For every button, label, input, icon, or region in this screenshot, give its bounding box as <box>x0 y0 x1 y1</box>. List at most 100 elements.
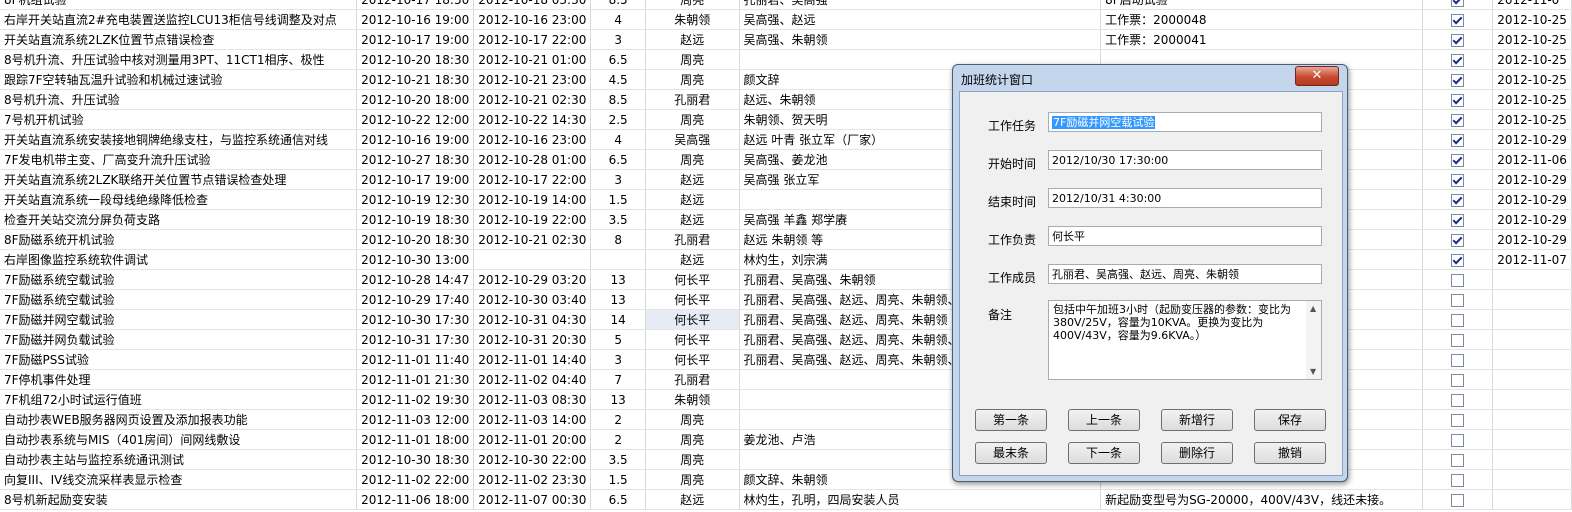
cell-note[interactable]: 8F启动试验 <box>1100 0 1423 10</box>
previous-record-button[interactable]: 上一条 <box>1068 409 1140 431</box>
leader-input[interactable]: 何长平 <box>1048 226 1322 246</box>
cell-start[interactable]: 2012-10-31 17:30 <box>356 329 475 350</box>
cell-date[interactable]: 2012-10-25 <box>1492 109 1572 130</box>
cell-task[interactable]: 自动抄表WEB服务器网页设置及添加报表功能 <box>0 409 358 430</box>
cell-end[interactable]: 2012-10-28 01:00 <box>473 149 592 170</box>
cell-date[interactable] <box>1492 269 1572 290</box>
cell-task[interactable]: 7F励磁系统空载试验 <box>0 269 358 290</box>
scroll-up-icon[interactable]: ▲ <box>1310 304 1316 313</box>
checkbox[interactable] <box>1450 313 1464 327</box>
cell-hours[interactable]: 4.5 <box>590 69 646 90</box>
checkbox[interactable] <box>1450 193 1464 207</box>
cell-task[interactable]: 7F停机事件处理 <box>0 369 358 390</box>
checkbox[interactable] <box>1450 173 1464 187</box>
cell-leader[interactable]: 周亮 <box>645 469 740 490</box>
cell-date[interactable]: 2012-10-25 <box>1492 89 1572 110</box>
cell-date[interactable]: 2012-10-29 <box>1492 169 1572 190</box>
checkbox[interactable] <box>1450 13 1464 27</box>
cell-date[interactable]: 2012-10-25 <box>1492 49 1572 70</box>
cell-date[interactable] <box>1492 369 1572 390</box>
cell-date[interactable]: 2012-10-25 <box>1492 29 1572 50</box>
cell-hours[interactable]: 3 <box>590 349 646 370</box>
members-input[interactable]: 孔丽君、吴高强、赵远、周亮、朱朝领 <box>1048 264 1322 284</box>
checkbox[interactable] <box>1450 493 1464 507</box>
cell-date[interactable]: 2012-10-29 <box>1492 189 1572 210</box>
cell-task[interactable]: 自动抄表主站与监控系统通讯测试 <box>0 449 358 470</box>
cell-members[interactable]: 孔丽君、吴高强 <box>739 0 1102 10</box>
next-record-button[interactable]: 下一条 <box>1068 442 1140 464</box>
cell-hours[interactable]: 13 <box>590 389 646 410</box>
cell-date[interactable] <box>1492 429 1572 450</box>
scroll-down-icon[interactable]: ▼ <box>1310 367 1316 376</box>
checkbox[interactable] <box>1450 433 1464 447</box>
cell-end[interactable]: 2012-11-03 08:30 <box>473 389 592 410</box>
cell-end[interactable]: 2012-11-01 14:40 <box>473 349 592 370</box>
checkbox[interactable] <box>1450 373 1464 387</box>
cell-task[interactable]: 7F励磁PSS试验 <box>0 349 358 370</box>
checkbox[interactable] <box>1450 213 1464 227</box>
cell-end[interactable]: 2012-11-03 14:00 <box>473 409 592 430</box>
cell-task[interactable]: 7F励磁并网空载试验 <box>0 309 358 330</box>
cell-hours[interactable]: 13 <box>590 269 646 290</box>
checkbox[interactable] <box>1450 413 1464 427</box>
cell-task[interactable]: 7F机组72小时试运行值班 <box>0 389 358 410</box>
cell-hours[interactable]: 5 <box>590 329 646 350</box>
cell-hours[interactable]: 6.5 <box>590 149 646 170</box>
cell-end[interactable]: 2012-10-17 22:00 <box>473 29 592 50</box>
checkbox[interactable] <box>1450 153 1464 167</box>
cell-start[interactable]: 2012-11-03 12:00 <box>356 409 475 430</box>
table-row[interactable]: 右岸开关站直流2#充电装置送监控LCU13柜信号线调整及对点 2012-10-16… <box>0 9 1572 30</box>
cell-task[interactable]: 7号机开机试验 <box>0 109 358 130</box>
cell-start[interactable]: 2012-10-30 18:30 <box>356 449 475 470</box>
cell-end[interactable]: 2012-10-31 20:30 <box>473 329 592 350</box>
cell-end[interactable]: 2012-11-01 20:00 <box>473 429 592 450</box>
checkbox[interactable] <box>1450 73 1464 87</box>
cell-hours[interactable]: 3 <box>590 29 646 50</box>
cell-task[interactable]: 开关站直流系统2LZK联络开关位置节点错误检查处理 <box>0 169 358 190</box>
cell-start[interactable]: 2012-11-02 19:30 <box>356 389 475 410</box>
cell-leader[interactable]: 何长平 <box>645 329 740 350</box>
cell-hours[interactable]: 13 <box>590 289 646 310</box>
cell-start[interactable]: 2012-10-17 19:00 <box>356 169 475 190</box>
delete-row-button[interactable]: 删除行 <box>1161 442 1233 464</box>
cell-end[interactable] <box>473 249 592 270</box>
cell-start[interactable]: 2012-10-21 18:30 <box>356 69 475 90</box>
cell-leader[interactable]: 赵远 <box>645 29 740 50</box>
cell-start[interactable]: 2012-11-01 18:00 <box>356 429 475 450</box>
cell-date[interactable]: 2012-10-25 <box>1492 9 1572 30</box>
cell-date[interactable] <box>1492 449 1572 470</box>
cell-task[interactable]: 7F发电机带主变、厂高变升流升压试验 <box>0 149 358 170</box>
checkbox[interactable] <box>1450 293 1464 307</box>
cell-members[interactable]: 吴高强、朱朝领 <box>739 29 1102 50</box>
cell-start[interactable]: 2012-10-20 18:00 <box>356 89 475 110</box>
first-record-button[interactable]: 第一条 <box>975 409 1047 431</box>
cell-task[interactable]: 开关站直流系统安装接地铜牌绝缘支柱，与监控系统通信对线 <box>0 129 358 150</box>
cell-end[interactable]: 2012-10-29 03:20 <box>473 269 592 290</box>
cell-task[interactable]: 向复III、IV线交流采样表显示检查 <box>0 469 358 490</box>
cell-leader[interactable]: 赵远 <box>645 209 740 230</box>
checkbox[interactable] <box>1450 113 1464 127</box>
cell-start[interactable]: 2012-11-01 11:40 <box>356 349 475 370</box>
checkbox[interactable] <box>1450 133 1464 147</box>
cell-hours[interactable]: 6.5 <box>590 489 646 510</box>
cell-note[interactable]: 新起励变型号为SG-20000，400V/43V，线还未接。 <box>1100 489 1423 510</box>
last-record-button[interactable]: 最末条 <box>975 442 1047 464</box>
checkbox[interactable] <box>1450 0 1464 7</box>
cell-leader[interactable]: 周亮 <box>645 109 740 130</box>
cell-task[interactable]: 8号机升流、升压试验 <box>0 89 358 110</box>
save-button[interactable]: 保存 <box>1254 409 1326 431</box>
cell-start[interactable]: 2012-10-17 18:30 <box>356 0 475 10</box>
cell-leader[interactable]: 周亮 <box>645 449 740 470</box>
cell-start[interactable]: 2012-10-29 17:40 <box>356 289 475 310</box>
cell-leader[interactable]: 何长平 <box>645 269 740 290</box>
cell-leader[interactable]: 吴高强 <box>645 129 740 150</box>
cell-leader[interactable]: 朱朝领 <box>645 9 740 30</box>
cell-task[interactable]: 8F机组试验 <box>0 0 358 10</box>
cell-hours[interactable]: 1.5 <box>590 469 646 490</box>
cell-hours[interactable]: 4 <box>590 129 646 150</box>
cell-leader[interactable]: 赵远 <box>645 169 740 190</box>
cell-task[interactable]: 8号机升流、升压试验中核对测量用3PT、11CT1相序、极性 <box>0 49 358 70</box>
cell-hours[interactable]: 2 <box>590 429 646 450</box>
cell-hours[interactable]: 3.5 <box>590 449 646 470</box>
cell-date[interactable]: 2012-11-0 <box>1492 0 1572 10</box>
